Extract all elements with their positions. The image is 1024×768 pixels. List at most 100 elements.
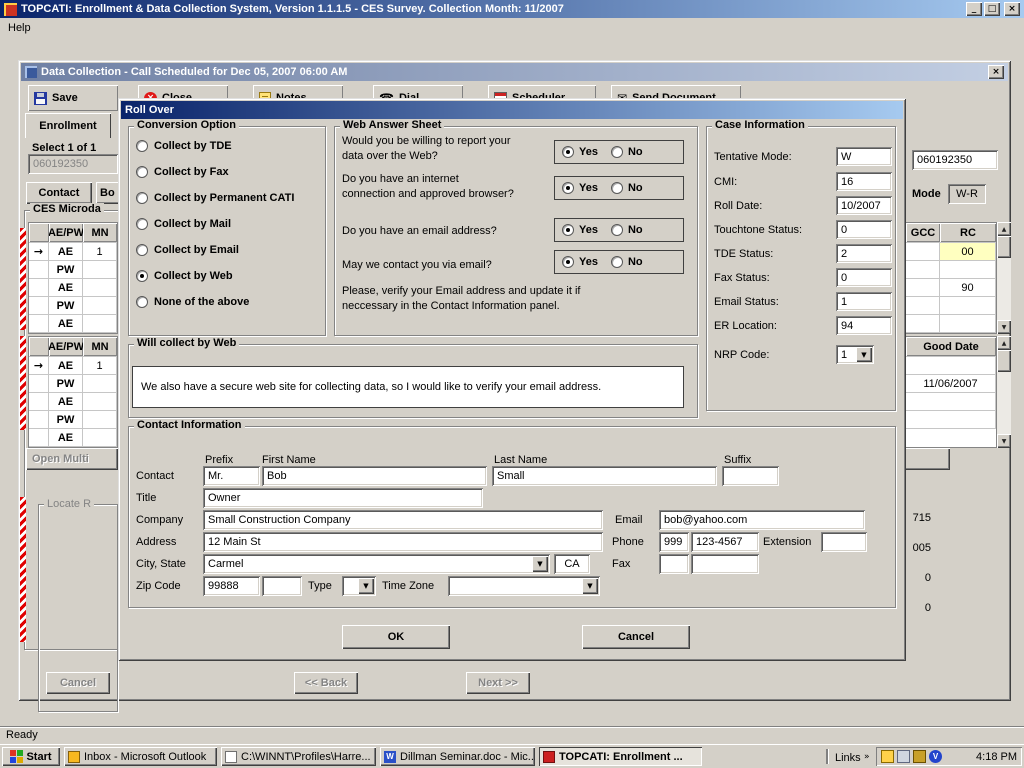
mdi-close-button[interactable]: × [988, 65, 1004, 79]
chevron-icon[interactable]: » [864, 752, 870, 762]
table-row[interactable]: → AE 1 [29, 243, 117, 261]
no-radio[interactable] [611, 224, 623, 236]
table-row[interactable]: → AE 1 [29, 357, 117, 375]
scroll-down-icon[interactable]: ▼ [997, 320, 1011, 334]
table-row[interactable]: PW [29, 297, 117, 315]
right-partial-button[interactable] [905, 448, 950, 470]
email-status-field[interactable] [836, 292, 892, 311]
scroll-down-icon[interactable]: ▼ [997, 434, 1011, 448]
menu-help[interactable]: Help [0, 20, 39, 36]
next-button[interactable]: Next >> [466, 672, 530, 694]
save-button[interactable]: Save [28, 85, 118, 111]
chevron-down-icon[interactable]: ▼ [532, 556, 548, 572]
scroll-thumb[interactable] [997, 350, 1011, 372]
cancel-button[interactable]: Cancel [582, 625, 690, 649]
table-row[interactable]: AE [29, 315, 117, 333]
restore-button[interactable]: □ [984, 2, 1000, 16]
tde-status-field[interactable] [836, 244, 892, 263]
close-button[interactable]: × [1004, 2, 1020, 16]
last-name-field[interactable] [492, 466, 717, 486]
links-toolbar[interactable]: Links [835, 752, 861, 764]
table-row[interactable] [906, 297, 996, 315]
yes-radio[interactable] [562, 146, 574, 158]
first-name-field[interactable] [262, 466, 487, 486]
chevron-down-icon[interactable]: ▼ [582, 578, 598, 594]
company-field[interactable] [203, 510, 603, 530]
scroll-thumb[interactable] [997, 236, 1011, 258]
tray-lock-icon[interactable] [913, 750, 926, 763]
table-row[interactable]: AE [29, 429, 117, 447]
chevron-down-icon[interactable]: ▼ [856, 347, 872, 362]
open-multi-button[interactable]: Open Multi [26, 448, 118, 470]
chevron-down-icon[interactable]: ▼ [358, 578, 374, 594]
prefix-field[interactable] [203, 466, 260, 486]
roll-date-field[interactable] [836, 196, 892, 215]
no-radio[interactable] [611, 146, 623, 158]
fax-number-field[interactable] [691, 554, 759, 574]
fax-status-field[interactable] [836, 268, 892, 287]
tray-icon-2[interactable] [897, 750, 910, 763]
nrp-code-select[interactable]: 1 ▼ [836, 345, 874, 364]
minimize-button[interactable]: _ [966, 2, 982, 16]
radio-collect-by-permanent-cati[interactable]: Collect by Permanent CATI [136, 190, 294, 206]
back-button[interactable]: << Back [294, 672, 358, 694]
touchtone-status-field[interactable] [836, 220, 892, 239]
suffix-field[interactable] [722, 466, 779, 486]
table-row[interactable] [906, 411, 996, 429]
radio-none-of-the-above[interactable]: None of the above [136, 294, 249, 310]
type-select[interactable]: ▼ [342, 576, 376, 596]
taskbar-task-word[interactable]: W Dillman Seminar.doc - Mic... [380, 747, 535, 766]
timezone-select[interactable]: ▼ [448, 576, 600, 596]
yes-radio[interactable] [562, 224, 574, 236]
case-id-field-right[interactable]: 060192350 [912, 150, 998, 170]
zip4-field[interactable] [262, 576, 302, 596]
yes-radio[interactable] [562, 256, 574, 268]
tentative-mode-field[interactable] [836, 147, 892, 166]
no-radio[interactable] [611, 182, 623, 194]
phone-area-field[interactable] [659, 532, 689, 552]
yes-radio[interactable] [562, 182, 574, 194]
radio-collect-by-tde[interactable]: Collect by TDE [136, 138, 232, 154]
scroll-up-icon[interactable]: ▲ [997, 336, 1011, 350]
table-row[interactable]: 11/06/2007 [906, 375, 996, 393]
contact-button[interactable]: Contact [26, 182, 92, 204]
state-field[interactable]: CA [554, 554, 590, 574]
table-row[interactable]: 90 [906, 279, 996, 297]
table-row[interactable] [906, 393, 996, 411]
taskbar-task-explorer[interactable]: C:\WINNT\Profiles\Harre... [221, 747, 376, 766]
radio-collect-by-email[interactable]: Collect by Email [136, 242, 239, 258]
table-row[interactable] [906, 261, 996, 279]
no-radio[interactable] [611, 256, 623, 268]
table-row[interactable] [906, 315, 996, 333]
radio-collect-by-web[interactable]: Collect by Web [136, 268, 233, 284]
zip-field[interactable] [203, 576, 260, 596]
ok-button[interactable]: OK [342, 625, 450, 649]
tray-antivirus-icon[interactable]: V [929, 750, 942, 763]
start-button[interactable]: Start [2, 747, 60, 766]
table-row[interactable]: PW [29, 261, 117, 279]
radio-collect-by-mail[interactable]: Collect by Mail [136, 216, 231, 232]
radio-collect-by-fax[interactable]: Collect by Fax [136, 164, 229, 180]
table-row[interactable] [906, 357, 996, 375]
table-row[interactable]: PW [29, 375, 117, 393]
address-field[interactable] [203, 532, 603, 552]
table-row[interactable]: AE [29, 393, 117, 411]
email-field[interactable] [659, 510, 865, 530]
scrollbar-vertical[interactable]: ▲ ▼ [997, 222, 1011, 334]
extension-field[interactable] [821, 532, 867, 552]
taskbar-task-outlook[interactable]: Inbox - Microsoft Outlook [64, 747, 217, 766]
phone-number-field[interactable] [691, 532, 759, 552]
table-row[interactable]: PW [29, 411, 117, 429]
tray-icon-1[interactable] [881, 750, 894, 763]
scroll-up-icon[interactable]: ▲ [997, 222, 1011, 236]
tab-enrollment[interactable]: Enrollment [25, 113, 111, 138]
table-row[interactable]: 00 [906, 243, 996, 261]
case-id-field-left[interactable]: 060192350 [28, 154, 118, 174]
title-field[interactable] [203, 488, 483, 508]
city-select[interactable]: Carmel ▼ [203, 554, 550, 574]
er-location-field[interactable] [836, 316, 892, 335]
fax-area-field[interactable] [659, 554, 689, 574]
cmi-field[interactable] [836, 172, 892, 191]
taskbar-task-topcati[interactable]: TOPCATI: Enrollment ... [539, 747, 702, 766]
table-row[interactable]: AE [29, 279, 117, 297]
